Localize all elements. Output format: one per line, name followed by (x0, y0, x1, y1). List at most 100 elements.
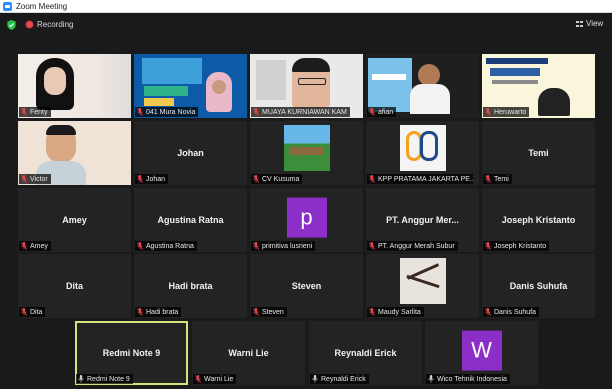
microphone-icon (78, 375, 84, 383)
participant-name-label: Maudy Sarlita (378, 308, 421, 316)
participant-display-name: Temi (528, 148, 549, 158)
participant-name-label: Redmi Note 9 (87, 375, 130, 383)
participant-name-label: Temi (494, 175, 509, 183)
microphone-muted-icon (485, 308, 491, 316)
participant-tile[interactable]: Warni Lie Warni Lie (192, 321, 305, 385)
microphone-muted-icon (485, 175, 491, 183)
participant-name-bar: Johan (135, 174, 169, 184)
microphone-muted-icon (369, 175, 375, 183)
microphone-icon (428, 375, 434, 383)
participant-tile[interactable]: Joseph Kristanto Joseph Kristanto (482, 188, 595, 252)
window-titlebar: Zoom Meeting (0, 0, 612, 13)
participant-name-label: Victor (30, 175, 48, 183)
participant-name-label: afian (378, 108, 394, 116)
participant-display-name: PT. Anggur Mer... (386, 215, 459, 225)
participant-display-name: Redmi Note 9 (102, 348, 161, 358)
participant-tile[interactable]: PT. Anggur Mer... PT. Anggur Merah Subur (366, 188, 479, 252)
microphone-muted-icon (21, 242, 27, 250)
participant-tile[interactable]: KPP PRATAMA JAKARTA PE... (366, 121, 479, 185)
participant-name-label: primitiva lusrieni (262, 242, 313, 250)
participant-name-label: CV Kusuma (262, 175, 300, 183)
participant-tile[interactable]: Heruwarto (482, 54, 595, 118)
participant-name-bar: afian (367, 107, 397, 117)
microphone-muted-icon (369, 108, 375, 116)
participant-tile[interactable]: Dita Dita (18, 254, 131, 318)
participant-tile[interactable]: Amey Amey (18, 188, 131, 252)
participant-tile[interactable]: Steven Steven (250, 254, 363, 318)
participant-display-name: Johan (177, 148, 204, 158)
participant-tile[interactable]: Hadi brata Hadi brata (134, 254, 247, 318)
participant-name-bar: KPP PRATAMA JAKARTA PE... (367, 174, 474, 184)
participant-name-label: Danis Suhufa (494, 308, 537, 316)
participant-name-bar: Warni Lie (193, 374, 237, 384)
participant-name-label: Wico Tehnik Indonesia (437, 375, 507, 383)
participant-name-bar: Dita (19, 307, 46, 317)
participant-tile[interactable]: Maudy Sarlita (366, 254, 479, 318)
participant-name-bar: 041 Mura Novia (135, 107, 199, 117)
participant-name-bar: Fenty (19, 107, 51, 117)
participant-display-name: Warni Lie (228, 348, 269, 358)
participant-name-bar: CV Kusuma (251, 174, 303, 184)
participant-name-bar: primitiva lusrieni (251, 241, 316, 251)
view-button[interactable]: View (576, 19, 603, 28)
participant-name-bar: Victor (19, 174, 51, 184)
participant-name-label: Fenty (30, 108, 48, 116)
microphone-muted-icon (253, 308, 259, 316)
participant-tile[interactable]: 041 Mura Novia (134, 54, 247, 118)
participant-name-label: Agustina Ratna (146, 242, 194, 250)
microphone-muted-icon (253, 175, 259, 183)
microphone-muted-icon (21, 108, 27, 116)
participant-name-bar: Amey (19, 241, 51, 251)
participant-tile[interactable]: Victor (18, 121, 131, 185)
microphone-muted-icon (137, 308, 143, 316)
participant-name-label: Reynaldi Erick (321, 375, 366, 383)
participant-display-name: Steven (291, 281, 322, 291)
participant-name-label: Dita (30, 308, 43, 316)
participant-name-bar: Reynaldi Erick (310, 374, 369, 384)
participant-name-label: KPP PRATAMA JAKARTA PE... (378, 175, 474, 183)
participant-tile[interactable]: CV Kusuma (250, 121, 363, 185)
microphone-muted-icon (137, 242, 143, 250)
participant-tile[interactable]: Danis Suhufa Danis Suhufa (482, 254, 595, 318)
participant-name-label: Johan (146, 175, 166, 183)
participant-name-bar: Heruwarto (483, 107, 530, 117)
participant-name-bar: Hadi brata (135, 307, 182, 317)
participant-tile[interactable]: afian (366, 54, 479, 118)
avatar: W (461, 330, 502, 371)
microphone-muted-icon (21, 308, 27, 316)
participant-display-name: Hadi brata (168, 281, 213, 291)
meeting-toolbar: Recording View (0, 13, 612, 37)
participant-name-label: Steven (262, 308, 284, 316)
participant-tile[interactable]: p primitiva lusrieni (250, 188, 363, 252)
participant-name-label: PT. Anggur Merah Subur (378, 242, 455, 250)
microphone-muted-icon (253, 242, 259, 250)
microphone-muted-icon (195, 375, 201, 383)
participant-display-name: Joseph Kristanto (501, 215, 576, 225)
security-shield-icon[interactable] (7, 20, 16, 30)
microphone-muted-icon (21, 175, 27, 183)
participant-name-bar: Danis Suhufa (483, 307, 540, 317)
participant-tile[interactable]: Fenty (18, 54, 131, 118)
participant-display-name: Danis Suhufa (509, 281, 568, 291)
participant-name-bar: Redmi Note 9 (76, 374, 133, 384)
microphone-muted-icon (137, 108, 143, 116)
participant-tile[interactable]: Reynaldi Erick Reynaldi Erick (309, 321, 422, 385)
participant-display-name: Amey (62, 215, 87, 225)
participant-name-label: Hadi brata (146, 308, 179, 316)
recording-icon (26, 21, 33, 28)
recording-label: Recording (37, 20, 74, 29)
zoom-app-icon (3, 1, 12, 11)
participant-name-bar: Maudy Sarlita (367, 307, 424, 317)
participant-display-name: Agustina Ratna (157, 215, 224, 225)
participant-tile[interactable]: MUAYA KURNIAWAN KAM (250, 54, 363, 118)
participant-name-bar: Agustina Ratna (135, 241, 197, 251)
participant-name-label: Joseph Kristanto (494, 242, 547, 250)
participant-tile[interactable]: Johan Johan (134, 121, 247, 185)
participant-tile[interactable]: Redmi Note 9 Redmi Note 9 (75, 321, 188, 385)
microphone-muted-icon (137, 175, 143, 183)
participant-name-bar: MUAYA KURNIAWAN KAM (251, 107, 350, 117)
participant-tile[interactable]: W Wico Tehnik Indonesia (425, 321, 538, 385)
participant-tile[interactable]: Temi Temi (482, 121, 595, 185)
participant-name-label: 041 Mura Novia (146, 108, 196, 116)
participant-tile[interactable]: Agustina Ratna Agustina Ratna (134, 188, 247, 252)
